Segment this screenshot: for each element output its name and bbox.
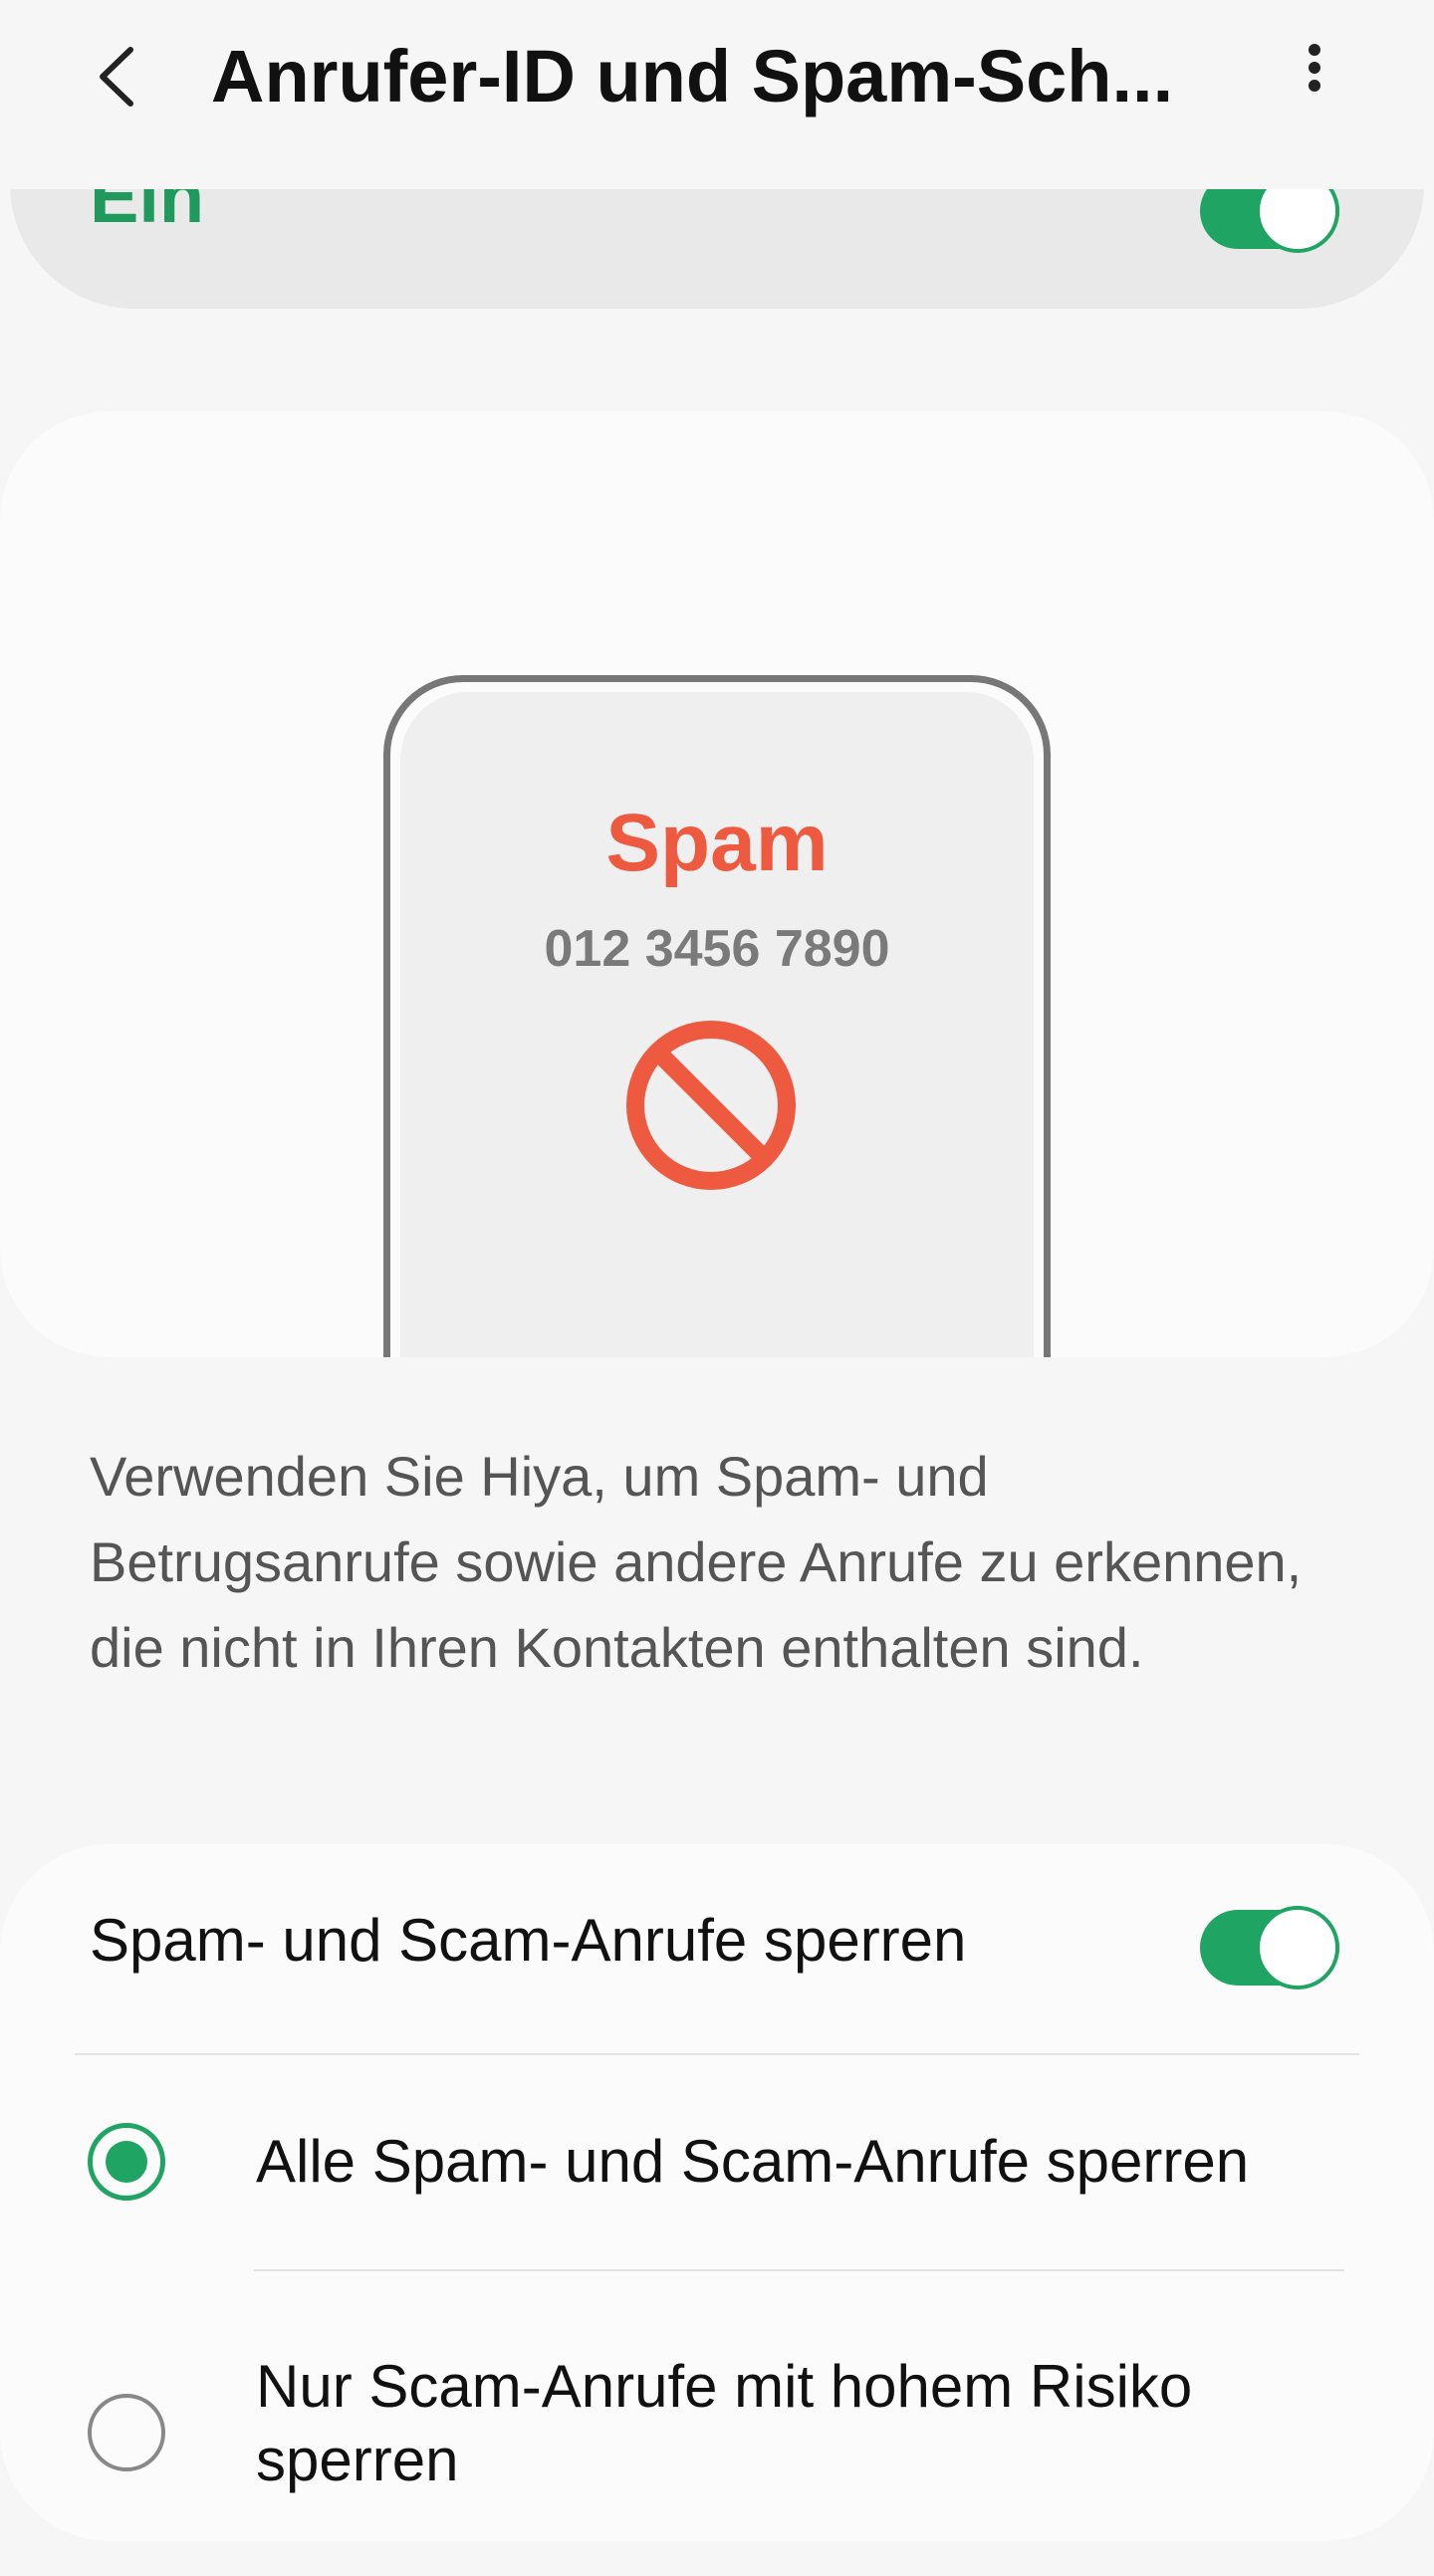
back-button[interactable] xyxy=(75,22,184,131)
radio-button-selected[interactable] xyxy=(88,2123,165,2201)
block-icon xyxy=(626,1021,796,1190)
back-arrow-icon xyxy=(100,47,133,107)
radio-button-unselected[interactable] xyxy=(88,2394,165,2471)
spam-label: Spam xyxy=(605,798,829,888)
phone-screen: Spam 012 3456 7890 xyxy=(400,692,1034,1357)
option-block-high-risk-label: Nur Scam-Anrufe mit hohem Risiko sperren xyxy=(256,2353,1193,2493)
block-settings-card: Spam- und Scam-Anrufe sperren Alle Spam-… xyxy=(0,1844,1434,2541)
option-block-all[interactable]: Alle Spam- und Scam-Anrufe sperren xyxy=(0,2055,1434,2269)
phone-illustration: Spam 012 3456 7890 xyxy=(383,675,1051,1357)
illustration-card: Spam 012 3456 7890 xyxy=(0,411,1434,1357)
more-options-button[interactable] xyxy=(1275,22,1354,131)
block-spam-setting[interactable]: Spam- und Scam-Anrufe sperren xyxy=(0,1844,1434,2053)
more-vertical-icon xyxy=(1309,44,1320,92)
spam-phone-number: 012 3456 7890 xyxy=(544,920,890,978)
block-spam-label: Spam- und Scam-Anrufe sperren xyxy=(90,1907,967,1974)
option-block-high-risk[interactable]: Nur Scam-Anrufe mit hohem Risiko sperren xyxy=(0,2272,1434,2541)
option-block-all-label: Alle Spam- und Scam-Anrufe sperren xyxy=(256,2128,1250,2195)
block-spam-toggle[interactable] xyxy=(1200,1906,1339,1990)
app-bar: Anrufer-ID und Spam-Sch... xyxy=(0,0,1434,189)
page-title: Anrufer-ID und Spam-Sch... xyxy=(211,35,1174,117)
description-text: Verwenden Sie Hiya, um Spam- und Betrugs… xyxy=(90,1445,1303,1679)
screen: Ein Anrufer-ID und Spam-Sch... Spam 012 xyxy=(0,0,1434,2576)
divider xyxy=(254,2269,1344,2271)
